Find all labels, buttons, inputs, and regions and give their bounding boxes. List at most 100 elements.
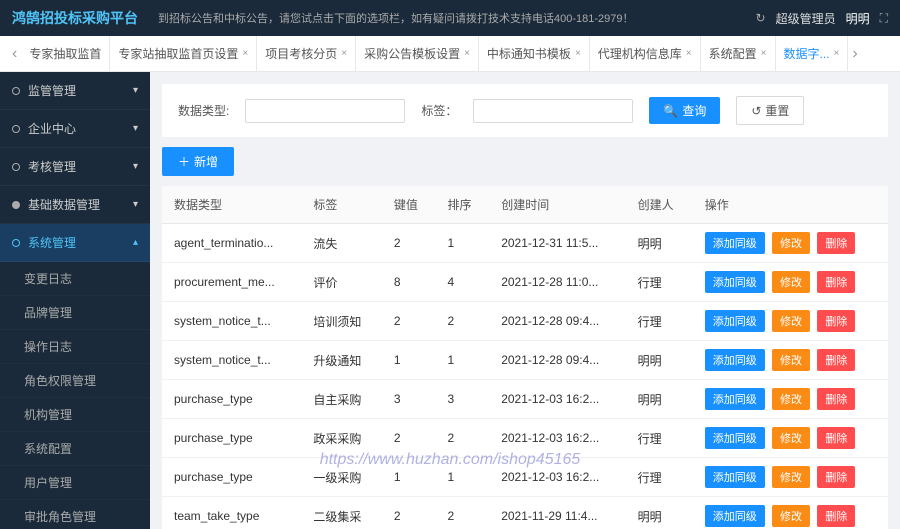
tag-input[interactable]	[473, 99, 633, 123]
breadcrumb-item-0[interactable]: 专家抽取监首	[21, 36, 110, 72]
cell-created-at: 2021-12-03 16:2...	[489, 458, 625, 497]
cell-label: 政采采购	[301, 419, 381, 458]
add-btn-label: 新增	[194, 153, 218, 170]
breadcrumb-item-6[interactable]: 系统配置 ×	[701, 36, 776, 72]
chevron-down-icon: ▾	[133, 85, 138, 96]
edit-button[interactable]: 修改	[772, 349, 810, 371]
cell-ops: 添加同级 修改 删除	[693, 263, 888, 302]
sidebar-item-monitoring[interactable]: 监管管理 ▾	[0, 72, 150, 110]
sidebar-item-assessment[interactable]: 考核管理 ▾	[0, 148, 150, 186]
sidebar-item-brand[interactable]: 品牌管理	[0, 296, 150, 330]
add-button[interactable]: ＋ 新增	[162, 147, 234, 176]
dot-icon	[12, 125, 20, 133]
close-icon-4[interactable]: ×	[575, 48, 581, 59]
cell-label: 二级集采	[301, 497, 381, 529]
col-creator: 创建人	[626, 186, 693, 224]
close-icon-2[interactable]: ×	[341, 48, 347, 59]
cell-key: 8	[382, 263, 436, 302]
expand-icon[interactable]: ⛶	[880, 11, 888, 26]
sidebar-item-oplog[interactable]: 操作日志	[0, 330, 150, 364]
sidebar-item-enterprise[interactable]: 企业中心 ▾	[0, 110, 150, 148]
refresh-icon[interactable]: ↻	[756, 11, 766, 25]
cell-key: 1	[382, 458, 436, 497]
sidebar-item-orgmanage[interactable]: 机构管理	[0, 398, 150, 432]
code-label: 数据类型:	[178, 102, 229, 119]
delete-button[interactable]: 删除	[817, 310, 855, 332]
edit-button[interactable]: 修改	[772, 232, 810, 254]
data-table: 数据类型 标签 键值 排序 创建时间 创建人 操作 agent_terminat…	[162, 186, 888, 529]
sidebar-item-changelog[interactable]: 变更日志	[0, 262, 150, 296]
add-sibling-button[interactable]: 添加同级	[705, 388, 765, 410]
close-icon-7[interactable]: ×	[834, 48, 840, 59]
delete-button[interactable]: 删除	[817, 388, 855, 410]
breadcrumb-item-2[interactable]: 项目考核分页 ×	[257, 36, 356, 72]
cell-created-at: 2021-12-28 09:4...	[489, 302, 625, 341]
add-sibling-button[interactable]: 添加同级	[705, 466, 765, 488]
table-row: procurement_me... 评价 8 4 2021-12-28 11:0…	[162, 263, 888, 302]
main-content: 数据类型: 标签： 🔍 查询 ↺ 重置 ＋ 新增	[150, 72, 900, 529]
breadcrumb-item-3[interactable]: 采购公告模板设置 ×	[356, 36, 479, 72]
add-sibling-button[interactable]: 添加同级	[705, 427, 765, 449]
layout: 监管管理 ▾ 企业中心 ▾ 考核管理 ▾ 基础数据管理 ▾ 系统管理 ▴ 变更日…	[0, 72, 900, 529]
edit-button[interactable]: 修改	[772, 427, 810, 449]
breadcrumb-bar: ‹ 专家抽取监首 专家站抽取监首页设置 × 项目考核分页 × 采购公告模板设置 …	[0, 36, 900, 72]
delete-button[interactable]: 删除	[817, 349, 855, 371]
edit-button[interactable]: 修改	[772, 310, 810, 332]
cell-key: 2	[382, 302, 436, 341]
sidebar-label: 监管管理	[28, 82, 76, 99]
add-sibling-button[interactable]: 添加同级	[705, 349, 765, 371]
close-icon-3[interactable]: ×	[464, 48, 470, 59]
cell-creator: 行理	[626, 458, 693, 497]
cell-key: 3	[382, 380, 436, 419]
delete-button[interactable]: 删除	[817, 271, 855, 293]
delete-button[interactable]: 删除	[817, 466, 855, 488]
tag-label: 标签：	[421, 102, 457, 119]
breadcrumb-item-7[interactable]: 数据字... ×	[776, 36, 849, 72]
edit-button[interactable]: 修改	[772, 505, 810, 527]
sidebar-item-basedata[interactable]: 基础数据管理 ▾	[0, 186, 150, 224]
sidebar-item-usermanage[interactable]: 用户管理	[0, 466, 150, 500]
cell-sort: 3	[436, 380, 490, 419]
sidebar-item-sysmanage[interactable]: 系统管理 ▴	[0, 224, 150, 262]
breadcrumb-item-4[interactable]: 中标通知书模板 ×	[479, 36, 590, 72]
reset-button[interactable]: ↺ 重置	[736, 96, 804, 125]
close-icon-1[interactable]: ×	[242, 48, 248, 59]
code-input[interactable]	[245, 99, 405, 123]
table-row: purchase_type 自主采购 3 3 2021-12-03 16:2..…	[162, 380, 888, 419]
edit-button[interactable]: 修改	[772, 466, 810, 488]
add-sibling-button[interactable]: 添加同级	[705, 232, 765, 254]
sidebar-item-roleperms[interactable]: 角色权限管理	[0, 364, 150, 398]
table-row: purchase_type 一级采购 1 1 2021-12-03 16:2..…	[162, 458, 888, 497]
cell-sort: 2	[436, 419, 490, 458]
sidebar-subitem-label: 用户管理	[24, 474, 72, 491]
breadcrumb-left-arrow[interactable]: ‹	[8, 45, 21, 63]
breadcrumb-item-1[interactable]: 专家站抽取监首页设置 ×	[110, 36, 257, 72]
edit-button[interactable]: 修改	[772, 388, 810, 410]
sidebar-item-sysconfig[interactable]: 系统配置	[0, 432, 150, 466]
sidebar-item-approlerole[interactable]: 审批角色管理	[0, 500, 150, 529]
add-icon: ＋	[178, 153, 190, 170]
breadcrumb-right-arrow[interactable]: ›	[848, 45, 861, 63]
add-sibling-button[interactable]: 添加同级	[705, 310, 765, 332]
sidebar-label: 企业中心	[28, 120, 76, 137]
delete-button[interactable]: 删除	[817, 232, 855, 254]
chevron-down-icon: ▾	[133, 123, 138, 134]
add-sibling-button[interactable]: 添加同级	[705, 505, 765, 527]
delete-button[interactable]: 删除	[817, 505, 855, 527]
edit-button[interactable]: 修改	[772, 271, 810, 293]
delete-button[interactable]: 删除	[817, 427, 855, 449]
table-body: agent_terminatio... 流失 2 1 2021-12-31 11…	[162, 224, 888, 529]
add-sibling-button[interactable]: 添加同级	[705, 271, 765, 293]
user-name[interactable]: 明明	[846, 10, 870, 27]
reset-btn-label: 重置	[765, 102, 789, 119]
cell-key: 2	[382, 224, 436, 263]
search-button[interactable]: 🔍 查询	[649, 97, 720, 124]
close-icon-6[interactable]: ×	[761, 48, 767, 59]
header-notice: 到招标公告和中标公告，请您试点击下面的选项栏，如有疑问请拨打技术支持电话400-…	[158, 10, 736, 26]
close-icon-5[interactable]: ×	[686, 48, 692, 59]
cell-label: 自主采购	[301, 380, 381, 419]
cell-label: 流失	[301, 224, 381, 263]
cell-creator: 行理	[626, 263, 693, 302]
dot-icon	[12, 87, 20, 95]
breadcrumb-item-5[interactable]: 代理机构信息库 ×	[590, 36, 701, 72]
